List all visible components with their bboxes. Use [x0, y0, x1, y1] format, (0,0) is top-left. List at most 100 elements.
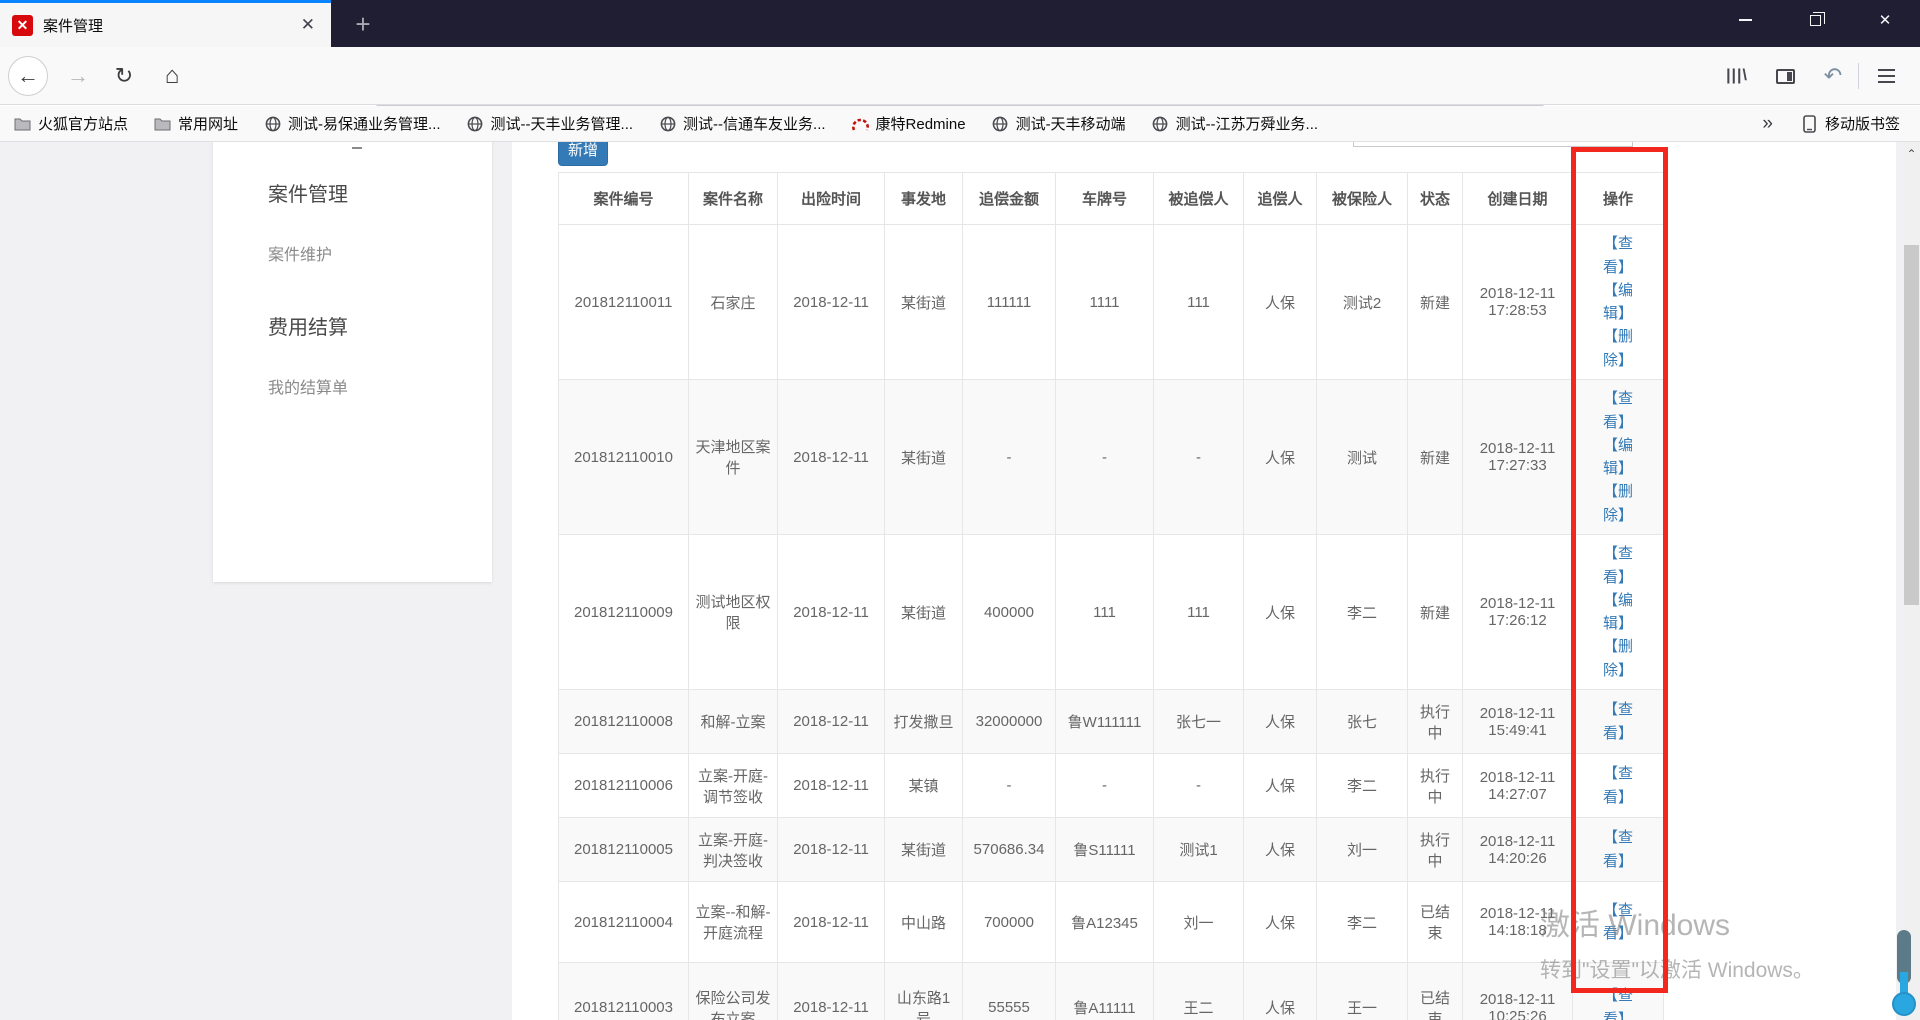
table-cell: 2018-12-11: [777, 224, 885, 380]
column-header: 被追偿人: [1153, 172, 1244, 225]
bookmark-item[interactable]: 康特Redmine: [851, 113, 966, 134]
table-cell: 201812110009: [558, 534, 689, 690]
new-tab-button[interactable]: +: [345, 6, 381, 42]
table-cell: 新建: [1407, 224, 1463, 380]
table-cell: -: [1055, 379, 1154, 535]
table-cell: 测试地区权限: [688, 534, 778, 690]
table-cell: 55555: [962, 962, 1056, 1020]
table-cell: 李二: [1316, 534, 1408, 690]
scrollbar-up-arrow[interactable]: ⌃: [1903, 146, 1920, 162]
bookmark-label: 火狐官方站点: [38, 116, 129, 133]
table-cell: 和解-立案: [688, 689, 778, 754]
table-cell: 山东路1号: [884, 962, 963, 1020]
table-row: 201812110011 石家庄 2018-12-11 某街道 111111 1111 11…: [558, 224, 1664, 380]
sidebar-panel-icon[interactable]: [1768, 60, 1802, 92]
back-button[interactable]: ←: [8, 56, 48, 96]
folder-icon: [14, 115, 31, 132]
table-cell: 测试2: [1316, 224, 1408, 380]
column-header: 案件编号: [558, 172, 689, 225]
table-cell: 201812110004: [558, 881, 689, 963]
bookmark-item[interactable]: 测试-易保通业务管理...: [264, 113, 441, 134]
scrollbar-thumb[interactable]: [1904, 245, 1919, 605]
table-cell: 人保: [1243, 689, 1317, 754]
bookmarks-bar: 火狐官方站点 常用网址 测试-易保通业务管理... 测试--天丰业务管理... 测试--…: [0, 106, 1920, 142]
table-cell: 已结束: [1407, 962, 1463, 1020]
table-cell: 111: [1153, 224, 1244, 380]
sidebar-item[interactable]: 案件维护: [268, 241, 492, 265]
bookmark-item[interactable]: 测试-天丰移动端: [992, 113, 1126, 134]
folder-icon: [154, 115, 171, 132]
bookmark-item[interactable]: 常用网址: [154, 113, 238, 134]
table-cell: 保险公司发布立案: [688, 962, 778, 1020]
sidebar-section: 费用结算 我的结算单: [268, 311, 492, 398]
bookmark-item-mobile[interactable]: 移动版书签: [1801, 113, 1900, 134]
table-cell: 某街道: [884, 534, 963, 690]
table-cell: 201812110008: [558, 689, 689, 754]
bookmark-label: 测试--江苏万舜业务...: [1175, 116, 1319, 133]
table-cell: 石家庄: [688, 224, 778, 380]
table-cell: 400000: [962, 534, 1056, 690]
stylus-pointer-icon: [1892, 992, 1916, 1016]
sidebar-item[interactable]: 我的结算单: [268, 374, 492, 398]
library-icon[interactable]: |||\: [1720, 60, 1754, 92]
bookmark-item[interactable]: 测试--江苏万舜业务...: [1152, 113, 1319, 134]
bookmark-label: 康特Redmine: [875, 116, 966, 133]
browser-tab[interactable]: ✕ 案件管理 ✕: [0, 0, 331, 47]
tab-title: 案件管理: [43, 17, 104, 35]
table-cell: -: [1153, 379, 1244, 535]
table-cell: 刘一: [1316, 817, 1408, 882]
forward-button[interactable]: →: [58, 56, 98, 96]
table-cell: 李二: [1316, 881, 1408, 963]
bookmark-item[interactable]: 火狐官方站点: [14, 113, 128, 134]
sidebar-section-title: 费用结算: [268, 317, 348, 339]
table-row: 201812110004 立案--和解-开庭流程 2018-12-11 中山路 7000…: [558, 881, 1664, 963]
table-cell: 立案--和解-开庭流程: [688, 881, 778, 963]
table-cell: 测试: [1316, 379, 1408, 535]
table-row: 201812110006 立案-开庭-调节签收 2018-12-11 某镇 - - - 人保李…: [558, 753, 1664, 818]
menu-hamburger-icon[interactable]: [1868, 60, 1904, 92]
home-button[interactable]: ⌂: [152, 56, 192, 96]
table-cell: 鲁W111111: [1055, 689, 1154, 754]
bookmark-item[interactable]: 测试--天丰业务管理...: [467, 113, 633, 134]
column-header: 状态: [1407, 172, 1463, 225]
table-cell: 32000000: [962, 689, 1056, 754]
window-close-button[interactable]: ✕: [1862, 0, 1908, 40]
table-cell: 2018-12-11 14:27:07: [1462, 753, 1573, 818]
table-cell: 2018-12-11: [777, 753, 885, 818]
redmine-icon: [851, 115, 869, 132]
column-header: 事发地: [884, 172, 963, 225]
window-restore-button[interactable]: [1792, 0, 1838, 40]
table-cell: 2018-12-11: [777, 962, 885, 1020]
column-header: 创建日期: [1462, 172, 1573, 225]
bookmark-item[interactable]: 测试--信通车友业务...: [659, 113, 826, 134]
table-cell: 打发撒旦: [884, 689, 963, 754]
table-row: 201812110005 立案-开庭-判决签收 2018-12-11 某街道 57068…: [558, 817, 1664, 882]
table-cell: 111: [1153, 534, 1244, 690]
reload-button[interactable]: ↻: [104, 56, 144, 96]
globe-icon: [659, 115, 676, 132]
table-cell: 人保: [1243, 753, 1317, 818]
add-case-button[interactable]: 新增: [558, 142, 608, 166]
table-cell: 刘一: [1153, 881, 1244, 963]
table-cell: 中山路: [884, 881, 963, 963]
undo-icon[interactable]: ↶: [1816, 60, 1850, 92]
table-cell: 鲁S11111: [1055, 817, 1154, 882]
table-cell: 王一: [1316, 962, 1408, 1020]
tab-close-icon[interactable]: ✕: [297, 15, 319, 35]
phone-icon: [1801, 114, 1818, 133]
table-cell: 人保: [1243, 817, 1317, 882]
bookmark-label: 测试--信通车友业务...: [683, 116, 826, 133]
sidebar: 案件管理 案件维护 费用结算 我的结算单: [213, 142, 492, 582]
table-cell: 201812110006: [558, 753, 689, 818]
table-cell: 王二: [1153, 962, 1244, 1020]
table-header-row: 案件编号 案件名称 出险时间 事发地 追偿金额 车牌号 被追偿人 追偿人 被保险人 状态 创建日期操…: [558, 172, 1664, 225]
table-cell: -: [962, 379, 1056, 535]
table-cell: 执行中: [1407, 753, 1463, 818]
table-cell: 李二: [1316, 753, 1408, 818]
column-header: 车牌号: [1055, 172, 1154, 225]
table-cell: 新建: [1407, 534, 1463, 690]
table-cell: 2018-12-11: [777, 689, 885, 754]
table-cell: 1111: [1055, 224, 1154, 380]
window-minimize-button[interactable]: [1722, 0, 1768, 40]
bookmarks-overflow-chevron[interactable]: »: [1762, 113, 1801, 135]
